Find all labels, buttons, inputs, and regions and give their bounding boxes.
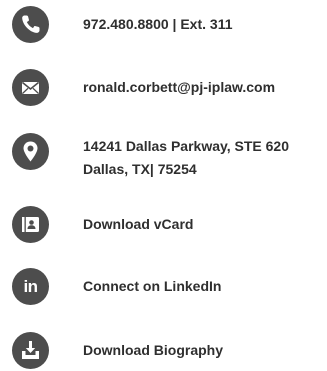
address-row: 14241 Dallas Parkway, STE 620 Dallas, TX…	[12, 133, 289, 181]
address-block: 14241 Dallas Parkway, STE 620 Dallas, TX…	[83, 135, 289, 181]
linkedin-link[interactable]: Connect on LinkedIn	[83, 275, 221, 298]
download-tray-icon	[12, 332, 49, 369]
phone-icon	[12, 6, 49, 43]
phone-row[interactable]: 972.480.8800 | Ext. 311	[12, 6, 233, 43]
email-row[interactable]: ronald.corbett@pj-iplaw.com	[12, 69, 275, 106]
download-vcard-link[interactable]: Download vCard	[83, 213, 193, 236]
download-vcard-row[interactable]: Download vCard	[12, 206, 193, 243]
linkedin-icon: in	[12, 268, 49, 305]
location-pin-icon	[12, 133, 49, 170]
phone-number[interactable]: 972.480.8800 | Ext. 311	[83, 13, 233, 36]
download-biography-link[interactable]: Download Biography	[83, 339, 223, 362]
address-line-1: 14241 Dallas Parkway, STE 620	[83, 138, 289, 154]
email-address[interactable]: ronald.corbett@pj-iplaw.com	[83, 76, 275, 99]
contact-list: 972.480.8800 | Ext. 311 ronald.corbett@p…	[0, 0, 327, 371]
address-line-2: Dallas, TX| 75254	[83, 161, 197, 177]
contact-card-icon	[12, 206, 49, 243]
linkedin-row[interactable]: in Connect on LinkedIn	[12, 268, 221, 305]
linkedin-icon-text: in	[23, 276, 38, 296]
download-biography-row[interactable]: Download Biography	[12, 332, 223, 369]
envelope-icon	[12, 69, 49, 106]
